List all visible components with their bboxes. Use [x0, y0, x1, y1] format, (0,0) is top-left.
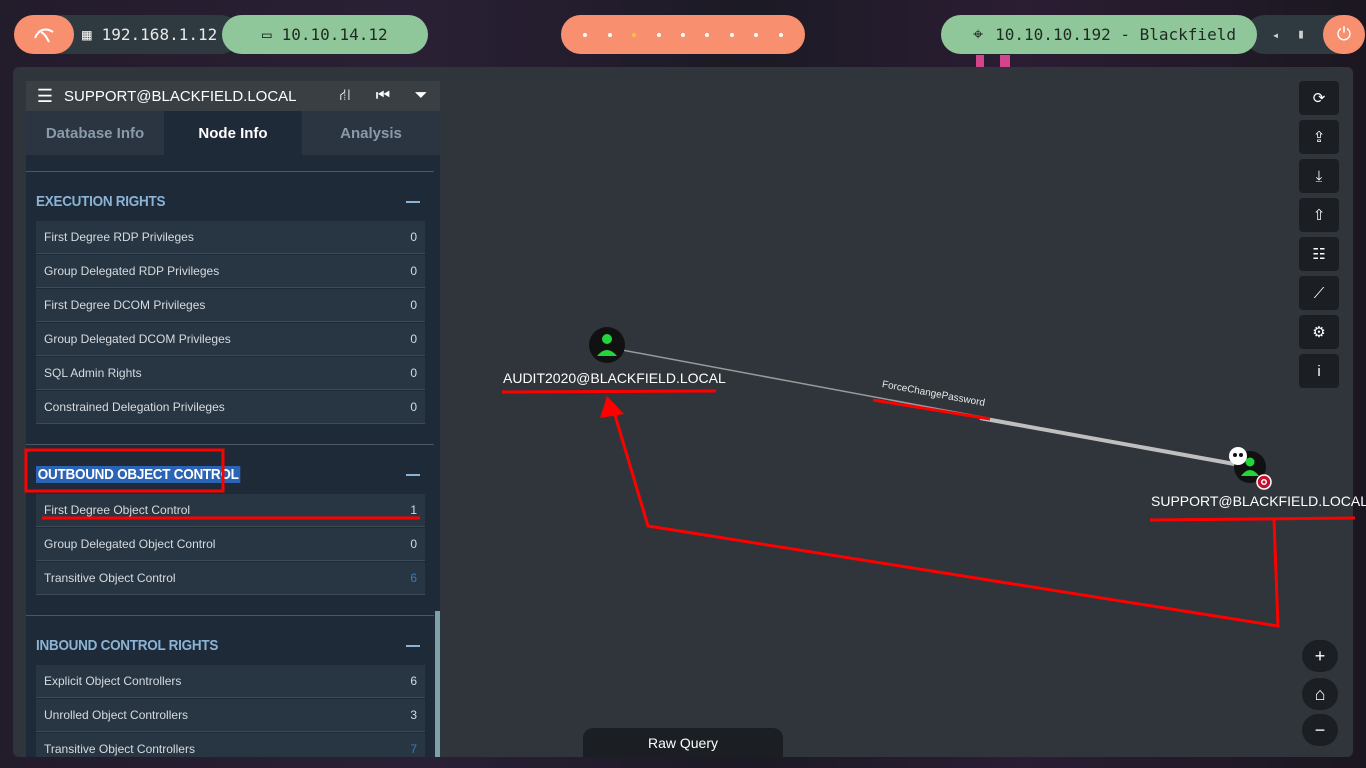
workspace-dot[interactable]: [583, 32, 588, 37]
workspace-dot[interactable]: [680, 32, 685, 37]
collapse-icon[interactable]: [406, 201, 420, 203]
sidebar-tabs: Database Info Node Info Analysis: [26, 111, 440, 155]
sidebar: ☰ SUPPORT@BLACKFIELD.LOCAL ⛙ ⏮ ⏷ Databas…: [26, 81, 440, 757]
upload-button[interactable]: ⇧: [1299, 198, 1339, 232]
raw-query-label: Raw Query: [647, 735, 719, 751]
list-item[interactable]: Explicit Object Controllers 6: [36, 665, 425, 698]
dragon-icon: [34, 28, 54, 42]
list-item[interactable]: Constrained Delegation Privileges 0: [36, 391, 425, 424]
target-host: 10.10.10.192 - Blackfield: [995, 25, 1236, 44]
section-title-execution-rights[interactable]: EXECUTION RIGHTS: [36, 193, 165, 210]
row-label: First Degree RDP Privileges: [44, 230, 194, 244]
divider: [26, 171, 434, 172]
kali-menu-button[interactable]: [14, 15, 74, 54]
divider: [26, 615, 434, 616]
row-value[interactable]: 7: [410, 742, 417, 756]
list-item[interactable]: First Degree Object Control 1: [36, 494, 425, 527]
section-title-inbound-control-rights[interactable]: INBOUND CONTROL RIGHTS: [36, 637, 218, 654]
pathfinding-icon[interactable]: ⛙: [326, 86, 364, 106]
row-value: 0: [410, 366, 417, 380]
workspace-dot[interactable]: [778, 32, 783, 37]
collapse-icon[interactable]: [406, 645, 420, 647]
tab-database-info[interactable]: Database Info: [26, 111, 164, 155]
row-value: 0: [410, 298, 417, 312]
refresh-button[interactable]: ⟳: [1299, 81, 1339, 115]
zoom-in-button[interactable]: +: [1302, 640, 1338, 672]
row-label: First Degree Object Control: [44, 503, 191, 517]
workspace-dot[interactable]: [656, 32, 661, 37]
row-value: 1: [410, 503, 417, 517]
row-label: Group Delegated Object Control: [44, 537, 216, 551]
top-bar: ▦ 192.168.1.12 ▭ 10.10.14.12 ◂ ▮ ⏻ ⌖ 10.…: [0, 0, 1366, 68]
list-item[interactable]: First Degree DCOM Privileges 0: [36, 289, 425, 322]
row-value: 0: [410, 400, 417, 414]
divider: [26, 444, 434, 445]
search-header: ☰ SUPPORT@BLACKFIELD.LOCAL ⛙ ⏮ ⏷: [26, 81, 440, 111]
filter-icon[interactable]: ⏷: [402, 87, 440, 105]
row-label: SQL Admin Rights: [44, 366, 142, 380]
row-label: Transitive Object Control: [44, 571, 176, 585]
scrollbar[interactable]: [435, 611, 440, 757]
import-button[interactable]: ⤓: [1299, 159, 1339, 193]
row-label: Explicit Object Controllers: [44, 674, 182, 688]
menu-icon[interactable]: ☰: [26, 86, 64, 107]
list-item[interactable]: Group Delegated DCOM Privileges 0: [36, 323, 425, 356]
row-label: Group Delegated DCOM Privileges: [44, 332, 231, 346]
list-item[interactable]: SQL Admin Rights 0: [36, 357, 425, 390]
node-info-panel: EXECUTION RIGHTS First Degree RDP Privil…: [26, 155, 440, 757]
selected-text: OUTBOUND OBJECT CONTROL: [36, 466, 241, 483]
vpn-ip-widget: ▭ 10.10.14.12: [222, 15, 428, 54]
local-ip: 192.168.1.12: [101, 25, 218, 44]
export-button[interactable]: ⇪: [1299, 120, 1339, 154]
vpn-ip: 10.10.14.12: [281, 25, 388, 44]
row-value: 0: [410, 264, 417, 278]
row-label: Unrolled Object Controllers: [44, 708, 189, 722]
section-title-outbound-object-control[interactable]: OUTBOUND OBJECT CONTROL: [36, 466, 241, 483]
system-tray: ◂ ▮ ⏻: [1245, 15, 1365, 54]
tab-node-info[interactable]: Node Info: [164, 111, 302, 155]
tab-analysis[interactable]: Analysis: [302, 111, 440, 155]
row-label: Transitive Object Controllers: [44, 742, 195, 756]
row-value: 0: [410, 332, 417, 346]
power-button[interactable]: ⏻: [1323, 15, 1365, 54]
back-icon[interactable]: ⏮: [364, 87, 402, 105]
list-item[interactable]: Transitive Object Control 6: [36, 562, 425, 595]
info-button[interactable]: i: [1299, 354, 1339, 388]
home-button[interactable]: ⌂: [1302, 678, 1338, 710]
row-label: Constrained Delegation Privileges: [44, 400, 225, 414]
volume-icon[interactable]: ◂: [1272, 28, 1279, 42]
workspace-dot[interactable]: [729, 32, 734, 37]
search-field[interactable]: SUPPORT@BLACKFIELD.LOCAL: [64, 88, 326, 105]
row-value: 6: [410, 674, 417, 688]
local-ip-widget: ▦ 192.168.1.12: [60, 15, 240, 54]
query-list-button[interactable]: ☷: [1299, 237, 1339, 271]
row-label: First Degree DCOM Privileges: [44, 298, 206, 312]
workspace-dot[interactable]: [754, 32, 759, 37]
list-item[interactable]: Unrolled Object Controllers 3: [36, 699, 425, 732]
row-value: 0: [410, 230, 417, 244]
list-item[interactable]: Group Delegated Object Control 0: [36, 528, 425, 561]
row-value[interactable]: 6: [410, 571, 417, 585]
workspace-dot[interactable]: [705, 32, 710, 37]
list-item[interactable]: Group Delegated RDP Privileges 0: [36, 255, 425, 288]
workspace-dot[interactable]: [607, 32, 612, 37]
target-widget: ⌖ 10.10.10.192 - Blackfield: [941, 15, 1257, 54]
raw-query-bar[interactable]: Raw Query: [583, 728, 783, 757]
row-value: 3: [410, 708, 417, 722]
workspace-switcher[interactable]: [561, 15, 805, 54]
list-item[interactable]: Transitive Object Controllers 7: [36, 733, 425, 757]
crosshair-icon: ⌖: [973, 24, 984, 45]
zoom-out-button[interactable]: −: [1302, 714, 1338, 746]
row-label: Group Delegated RDP Privileges: [44, 264, 220, 278]
settings-button[interactable]: ⚙: [1299, 315, 1339, 349]
list-item[interactable]: First Degree RDP Privileges 0: [36, 221, 425, 254]
stats-button[interactable]: ⟋: [1299, 276, 1339, 310]
bloodhound-window: ☰ SUPPORT@BLACKFIELD.LOCAL ⛙ ⏮ ⏷ Databas…: [13, 67, 1353, 757]
workspace-dot-active[interactable]: [632, 32, 637, 37]
lock-icon[interactable]: ▮: [1297, 27, 1305, 42]
collapse-icon[interactable]: [406, 474, 420, 476]
row-value: 0: [410, 537, 417, 551]
laptop-icon: ▭: [262, 25, 272, 44]
network-icon: ▦: [82, 25, 92, 44]
